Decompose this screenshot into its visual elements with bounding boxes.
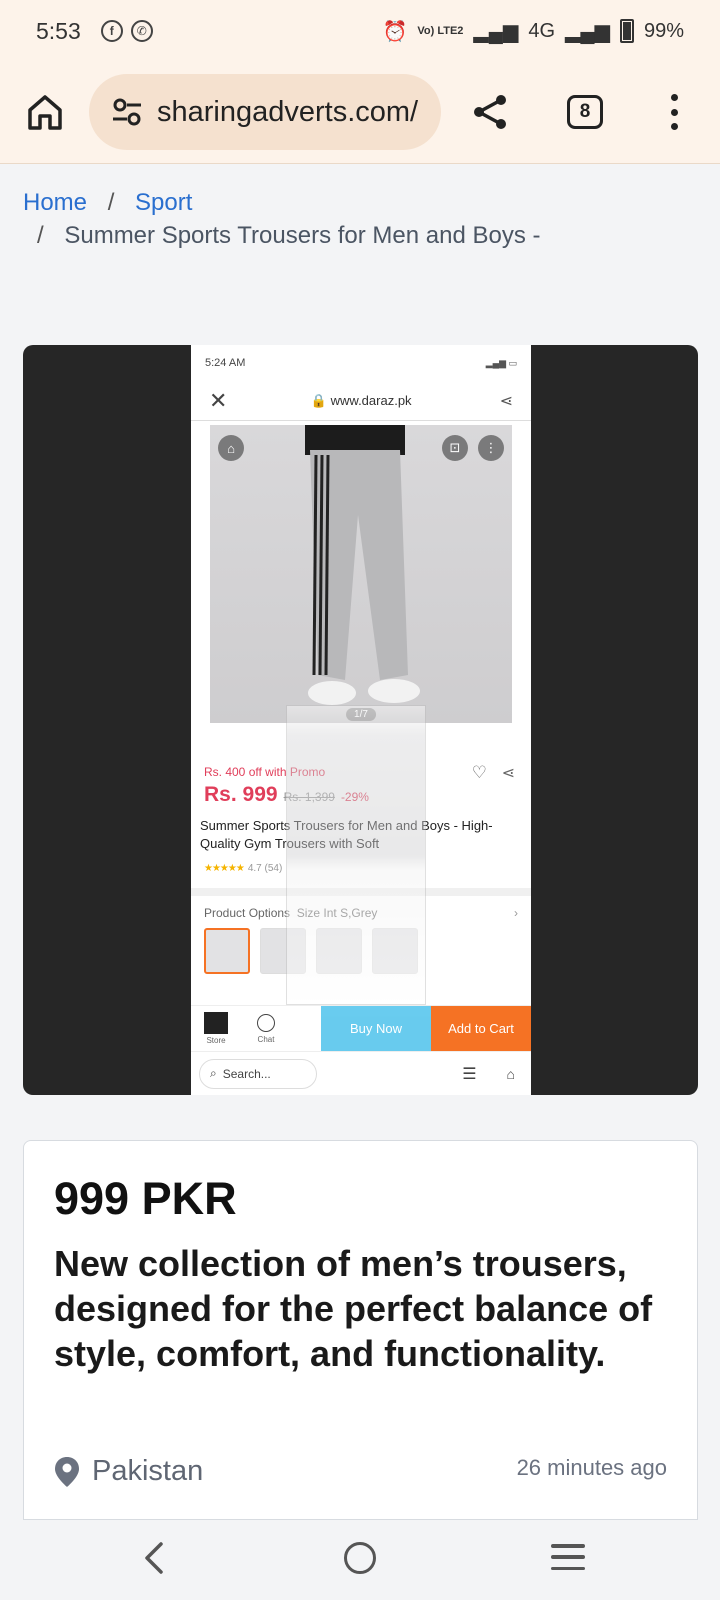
listing-image[interactable]: 5:24 AM ▂▄▆ ▭ ✕ 🔒 www.daraz.pk ⋖ ⌂ ⊡ ⋮ 1/… bbox=[23, 345, 698, 1095]
screenshot-url-bar: ✕ 🔒 www.daraz.pk ⋖ bbox=[191, 381, 531, 421]
recent-apps-icon[interactable] bbox=[551, 1544, 585, 1570]
screenshot-action-bar: Store Chat Buy Now Add to Cart bbox=[191, 1005, 531, 1051]
listing-price: 999 PKR bbox=[54, 1173, 237, 1224]
battery-percent: 99% bbox=[643, 19, 684, 42]
screenshot-status-icons: ▂▄▆ ▭ bbox=[485, 357, 517, 368]
cart-icon: ⊡ bbox=[442, 435, 468, 461]
screenshot-bottom-bar: ⌕ Search... ☰ ⌂ bbox=[191, 1051, 531, 1095]
list-icon: ☰ bbox=[462, 1065, 477, 1083]
heart-icon: ♡ bbox=[471, 763, 487, 782]
home-icon[interactable] bbox=[25, 92, 65, 132]
buy-now-button: Buy Now bbox=[321, 1006, 431, 1051]
tab-count: 8 bbox=[579, 101, 591, 122]
listing-info-card: 999 PKR New collection of men’s trousers… bbox=[23, 1140, 698, 1520]
screenshot-search: ⌕ Search... bbox=[199, 1058, 317, 1089]
nested-screenshot-overlay bbox=[286, 705, 426, 1005]
location-text: Pakistan bbox=[92, 1455, 204, 1487]
breadcrumb-current: Summer Sports Trousers for Men and Boys … bbox=[64, 222, 541, 249]
browser-toolbar: sharingadverts.com/ 8 bbox=[0, 62, 720, 164]
chat-button: Chat bbox=[241, 1006, 291, 1051]
more-icon: ⋮ bbox=[478, 435, 504, 461]
home-icon: ⌂ bbox=[506, 1065, 515, 1082]
location-pin-icon bbox=[55, 1456, 79, 1487]
breadcrumb-category-link[interactable]: Sport bbox=[135, 189, 192, 216]
screenshot-url: 🔒 www.daraz.pk bbox=[310, 392, 412, 408]
screenshot-status-bar: 5:24 AM ▂▄▆ ▭ bbox=[191, 345, 531, 381]
signal-icon-2: ▂▄▆ bbox=[565, 20, 610, 43]
breadcrumb-home-link[interactable]: Home bbox=[23, 189, 87, 216]
network-type: 4G bbox=[528, 19, 556, 42]
back-icon[interactable] bbox=[139, 1538, 169, 1578]
thumbnail bbox=[204, 928, 250, 974]
store-logo bbox=[204, 1012, 228, 1034]
signal-icon: ▂▄▆ bbox=[473, 20, 519, 43]
screenshot-price: Rs. 999 bbox=[204, 783, 278, 806]
product-photo: ⌂ ⊡ ⋮ 1/7 bbox=[210, 425, 512, 723]
breadcrumb-separator: / bbox=[107, 189, 115, 216]
status-time: 5:53 bbox=[36, 17, 81, 44]
chat-icon bbox=[257, 1013, 275, 1032]
home-nav-icon[interactable] bbox=[344, 1542, 376, 1574]
listing-location: Pakistan bbox=[54, 1455, 203, 1488]
volte-indicator: Vo) LTE2 bbox=[417, 24, 464, 37]
battery-icon bbox=[619, 19, 634, 43]
share-icon[interactable] bbox=[470, 92, 510, 132]
breadcrumb-separator: / bbox=[37, 222, 44, 249]
tabs-button[interactable]: 8 bbox=[567, 95, 603, 129]
whatsapp-icon: ✆ bbox=[130, 20, 153, 42]
alarm-icon: ⏰ bbox=[382, 20, 408, 43]
notification-icons: f ✆ bbox=[100, 20, 153, 42]
breadcrumb: Home / Sport / Summer Sports Trousers fo… bbox=[23, 186, 693, 252]
star-icon: ★★★★★ bbox=[204, 863, 245, 874]
trousers-illustration bbox=[305, 425, 420, 705]
lock-icon: 🔒 bbox=[310, 392, 327, 408]
url-text: sharingadverts.com/ bbox=[157, 95, 419, 128]
more-menu-icon[interactable] bbox=[664, 92, 684, 132]
home-icon: ⌂ bbox=[218, 435, 244, 461]
listing-description: New collection of men’s trousers, design… bbox=[54, 1243, 653, 1374]
add-to-cart-button: Add to Cart bbox=[431, 1006, 531, 1051]
product-screenshot: 5:24 AM ▂▄▆ ▭ ✕ 🔒 www.daraz.pk ⋖ ⌂ ⊡ ⋮ 1/… bbox=[191, 345, 531, 1095]
share-icon: ⋖ bbox=[501, 765, 515, 782]
site-settings-icon[interactable] bbox=[111, 98, 143, 126]
screenshot-time: 5:24 AM bbox=[205, 357, 246, 369]
system-nav-bar bbox=[0, 1520, 720, 1600]
address-bar[interactable]: sharingadverts.com/ bbox=[89, 74, 441, 150]
posted-time: 26 minutes ago bbox=[516, 1455, 667, 1480]
status-bar: 5:53 f ✆ ⏰ Vo) LTE2 ▂▄▆ 4G ▂▄▆ 99% bbox=[0, 0, 720, 62]
chevron-right-icon: › bbox=[514, 906, 518, 920]
search-icon: ⌕ bbox=[210, 1066, 217, 1080]
status-indicators: ⏰ Vo) LTE2 ▂▄▆ 4G ▂▄▆ 99% bbox=[382, 19, 684, 44]
facebook-icon: f bbox=[100, 20, 123, 42]
store-button: Store bbox=[191, 1006, 241, 1051]
